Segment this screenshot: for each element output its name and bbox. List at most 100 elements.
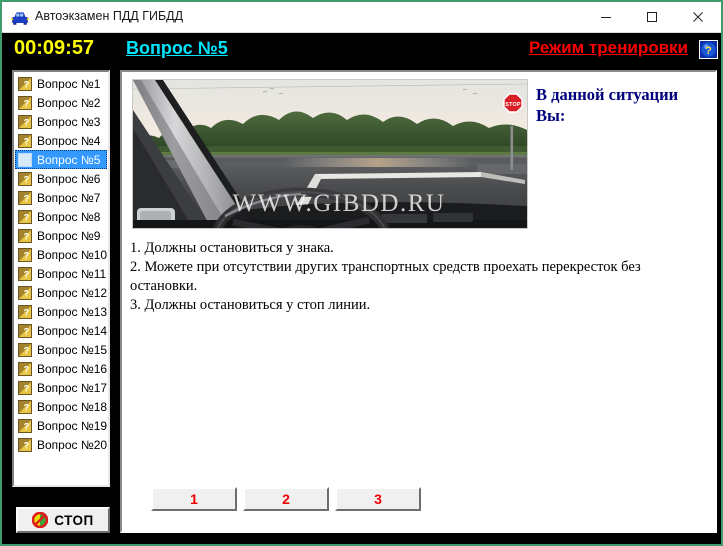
svg-text:?: ? bbox=[705, 45, 712, 57]
question-mark-icon bbox=[18, 152, 32, 167]
question-mark-icon: ? bbox=[18, 190, 32, 205]
application-window: Автоэкзамен ПДД ГИБДД 00:09:57 Вопрос №5… bbox=[0, 0, 723, 546]
content-panel: STOP WWW.GIBDD.RU В данной ситуации Вы: … bbox=[120, 70, 717, 533]
svg-text:STOP: STOP bbox=[505, 102, 521, 108]
sidebar-item-question-20[interactable]: ? Вопрос №20 bbox=[15, 435, 107, 454]
sidebar-item-label: Вопрос №3 bbox=[37, 114, 101, 129]
question-image: STOP WWW.GIBDD.RU bbox=[132, 79, 528, 229]
svg-text:?: ? bbox=[24, 307, 30, 317]
stop-button[interactable]: СТОП bbox=[16, 507, 110, 533]
sidebar-item-label: Вопрос №4 bbox=[37, 133, 101, 148]
sidebar-item-question-17[interactable]: ? Вопрос №17 bbox=[15, 378, 107, 397]
svg-text:?: ? bbox=[24, 402, 30, 412]
help-question-icon[interactable]: ? bbox=[699, 40, 718, 59]
question-mark-icon: ? bbox=[18, 361, 32, 376]
svg-text:?: ? bbox=[24, 383, 30, 393]
mode-label: Режим тренировки bbox=[528, 38, 688, 57]
sidebar-item-question-7[interactable]: ? Вопрос №7 bbox=[15, 188, 107, 207]
svg-text:?: ? bbox=[24, 421, 30, 431]
sidebar-item-question-3[interactable]: ? Вопрос №3 bbox=[15, 112, 107, 131]
sidebar-item-label: Вопрос №10 bbox=[37, 247, 108, 262]
svg-text:?: ? bbox=[24, 345, 30, 355]
close-button[interactable] bbox=[675, 2, 721, 32]
sidebar-item-question-6[interactable]: ? Вопрос №6 bbox=[15, 169, 107, 188]
sidebar-item-question-15[interactable]: ? Вопрос №15 bbox=[15, 340, 107, 359]
sidebar-item-question-16[interactable]: ? Вопрос №16 bbox=[15, 359, 107, 378]
sidebar-item-label: Вопрос №2 bbox=[37, 95, 101, 110]
question-list[interactable]: ? Вопрос №1? Вопрос №2? Вопрос №3? Вопрос №4… bbox=[12, 70, 110, 487]
sidebar-item-label: Вопрос №12 bbox=[37, 285, 108, 300]
svg-text:?: ? bbox=[24, 440, 30, 450]
question-mark-icon: ? bbox=[18, 228, 32, 243]
answer-option-2: 2. Можете при отсутствии других транспор… bbox=[130, 259, 641, 294]
question-mark-icon: ? bbox=[18, 418, 32, 433]
question-mark-icon: ? bbox=[18, 76, 32, 91]
status-bar: 00:09:57 Вопрос №5 Режим тренировки ? bbox=[2, 33, 721, 64]
answer-options-text: 1. Должны остановиться у знака. 2. Можете… bbox=[130, 239, 708, 315]
sidebar-item-label: Вопрос №7 bbox=[37, 190, 101, 205]
answer-option-3: 3. Должны остановиться у стоп линии. bbox=[130, 297, 371, 313]
sidebar-item-question-19[interactable]: ? Вопрос №19 bbox=[15, 416, 107, 435]
question-prompt: В данной ситуации Вы: bbox=[536, 85, 679, 125]
question-mark-icon: ? bbox=[18, 266, 32, 281]
svg-text:?: ? bbox=[24, 364, 30, 374]
question-mark-icon: ? bbox=[18, 380, 32, 395]
maximize-button[interactable] bbox=[629, 2, 675, 32]
sidebar-item-question-12[interactable]: ? Вопрос №12 bbox=[15, 283, 107, 302]
sidebar-item-label: Вопрос №11 bbox=[37, 266, 107, 281]
sidebar-item-question-10[interactable]: ? Вопрос №10 bbox=[15, 245, 107, 264]
question-mark-icon: ? bbox=[18, 209, 32, 224]
question-mark-icon: ? bbox=[18, 304, 32, 319]
svg-text:?: ? bbox=[24, 98, 30, 108]
sidebar-item-question-2[interactable]: ? Вопрос №2 bbox=[15, 93, 107, 112]
question-mark-icon: ? bbox=[18, 399, 32, 414]
sidebar-item-label: Вопрос №14 bbox=[37, 323, 108, 338]
sidebar-item-question-5[interactable]: Вопрос №5 bbox=[15, 150, 107, 169]
question-mark-icon: ? bbox=[18, 133, 32, 148]
car-icon bbox=[11, 10, 29, 26]
stop-button-label: СТОП bbox=[54, 512, 94, 528]
title-bar: Автоэкзамен ПДД ГИБДД bbox=[2, 2, 721, 33]
sidebar-item-label: Вопрос №5 bbox=[37, 152, 101, 167]
svg-text:?: ? bbox=[24, 269, 30, 279]
sidebar-item-question-8[interactable]: ? Вопрос №8 bbox=[15, 207, 107, 226]
window-title: Автоэкзамен ПДД ГИБДД bbox=[35, 9, 184, 23]
sidebar-item-label: Вопрос №18 bbox=[37, 399, 108, 414]
answer-button-2[interactable]: 2 bbox=[243, 487, 329, 511]
sidebar-item-label: Вопрос №19 bbox=[37, 418, 108, 433]
minimize-button[interactable] bbox=[583, 2, 629, 32]
answer-button-3[interactable]: 3 bbox=[335, 487, 421, 511]
sidebar-item-question-14[interactable]: ? Вопрос №14 bbox=[15, 321, 107, 340]
svg-text:?: ? bbox=[24, 79, 30, 89]
answer-option-1: 1. Должны остановиться у знака. bbox=[130, 240, 334, 256]
svg-text:?: ? bbox=[24, 117, 30, 127]
question-mark-icon: ? bbox=[18, 323, 32, 338]
sidebar-item-question-13[interactable]: ? Вопрос №13 bbox=[15, 302, 107, 321]
sidebar-item-label: Вопрос №1 bbox=[37, 76, 101, 91]
question-mark-icon: ? bbox=[18, 437, 32, 452]
svg-text:?: ? bbox=[24, 212, 30, 222]
no-entry-icon bbox=[31, 511, 49, 529]
sidebar-item-question-11[interactable]: ? Вопрос №11 bbox=[15, 264, 107, 283]
sidebar-item-label: Вопрос №15 bbox=[37, 342, 108, 357]
svg-text:?: ? bbox=[24, 326, 30, 336]
question-mark-icon: ? bbox=[18, 114, 32, 129]
svg-text:?: ? bbox=[24, 250, 30, 260]
sidebar-item-question-4[interactable]: ? Вопрос №4 bbox=[15, 131, 107, 150]
svg-text:?: ? bbox=[24, 231, 30, 241]
sidebar-item-question-1[interactable]: ? Вопрос №1 bbox=[15, 74, 107, 93]
sidebar-item-question-18[interactable]: ? Вопрос №18 bbox=[15, 397, 107, 416]
current-question-link[interactable]: Вопрос №5 bbox=[126, 38, 228, 59]
sidebar-item-label: Вопрос №6 bbox=[37, 171, 101, 186]
svg-text:?: ? bbox=[24, 288, 30, 298]
question-mark-icon: ? bbox=[18, 342, 32, 357]
sidebar-item-question-9[interactable]: ? Вопрос №9 bbox=[15, 226, 107, 245]
question-mark-icon: ? bbox=[18, 247, 32, 262]
countdown-timer: 00:09:57 bbox=[14, 37, 95, 59]
answer-buttons: 123 bbox=[151, 487, 421, 511]
sidebar-item-label: Вопрос №8 bbox=[37, 209, 101, 224]
answer-button-1[interactable]: 1 bbox=[151, 487, 237, 511]
sidebar-item-label: Вопрос №9 bbox=[37, 228, 101, 243]
sidebar-item-label: Вопрос №13 bbox=[37, 304, 108, 319]
question-mark-icon: ? bbox=[18, 171, 32, 186]
